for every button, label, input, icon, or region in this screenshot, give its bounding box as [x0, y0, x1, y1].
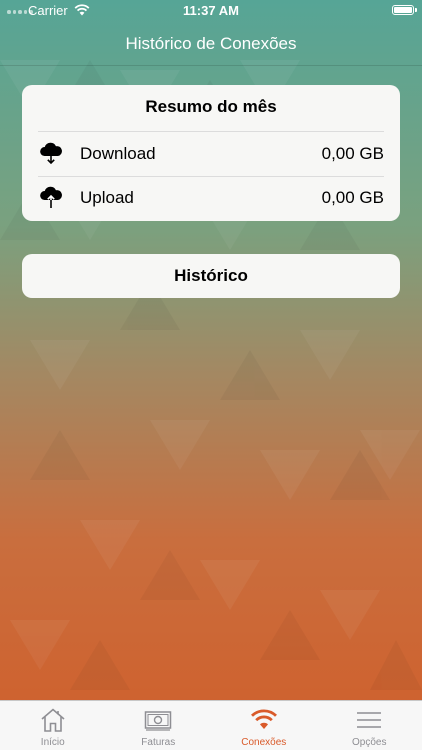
tab-bar: Início Faturas Conexões Opções	[0, 700, 422, 750]
menu-icon	[357, 712, 382, 728]
download-value: 0,00 GB	[321, 144, 384, 163]
upload-row: Upload 0,00 GB	[38, 176, 384, 220]
cloud-download-icon	[40, 142, 62, 165]
banknote-icon	[145, 711, 172, 731]
tab-label: Opções	[352, 737, 387, 748]
tab-faturas[interactable]: Faturas	[106, 701, 212, 750]
upload-value: 0,00 GB	[321, 188, 384, 207]
cloud-upload-icon	[40, 186, 62, 208]
tab-label: Conexões	[241, 737, 287, 748]
summary-title: Resumo do mês	[145, 97, 277, 116]
status-time: 11:37 AM	[183, 3, 239, 18]
home-icon	[41, 708, 65, 732]
history-button-label: Histórico	[174, 266, 248, 285]
navigation-bar: Histórico de Conexões	[0, 22, 422, 66]
wifi-icon	[250, 709, 277, 729]
status-bar: Carrier 11:37 AM	[0, 0, 422, 22]
download-row: Download 0,00 GB	[38, 131, 384, 177]
tab-opcoes[interactable]: Opções	[317, 701, 422, 750]
tab-label: Início	[40, 737, 65, 748]
monthly-summary-card: Resumo do mês Download 0,00 GB Upload 0,…	[22, 85, 400, 221]
tab-label: Faturas	[141, 737, 176, 748]
upload-label: Upload	[80, 188, 134, 207]
tab-conexoes[interactable]: Conexões	[211, 701, 317, 750]
battery-icon	[392, 5, 417, 15]
tab-inicio[interactable]: Início	[0, 701, 106, 750]
page-title: Histórico de Conexões	[125, 33, 297, 53]
download-label: Download	[80, 144, 156, 163]
history-button[interactable]: Histórico	[22, 254, 400, 298]
